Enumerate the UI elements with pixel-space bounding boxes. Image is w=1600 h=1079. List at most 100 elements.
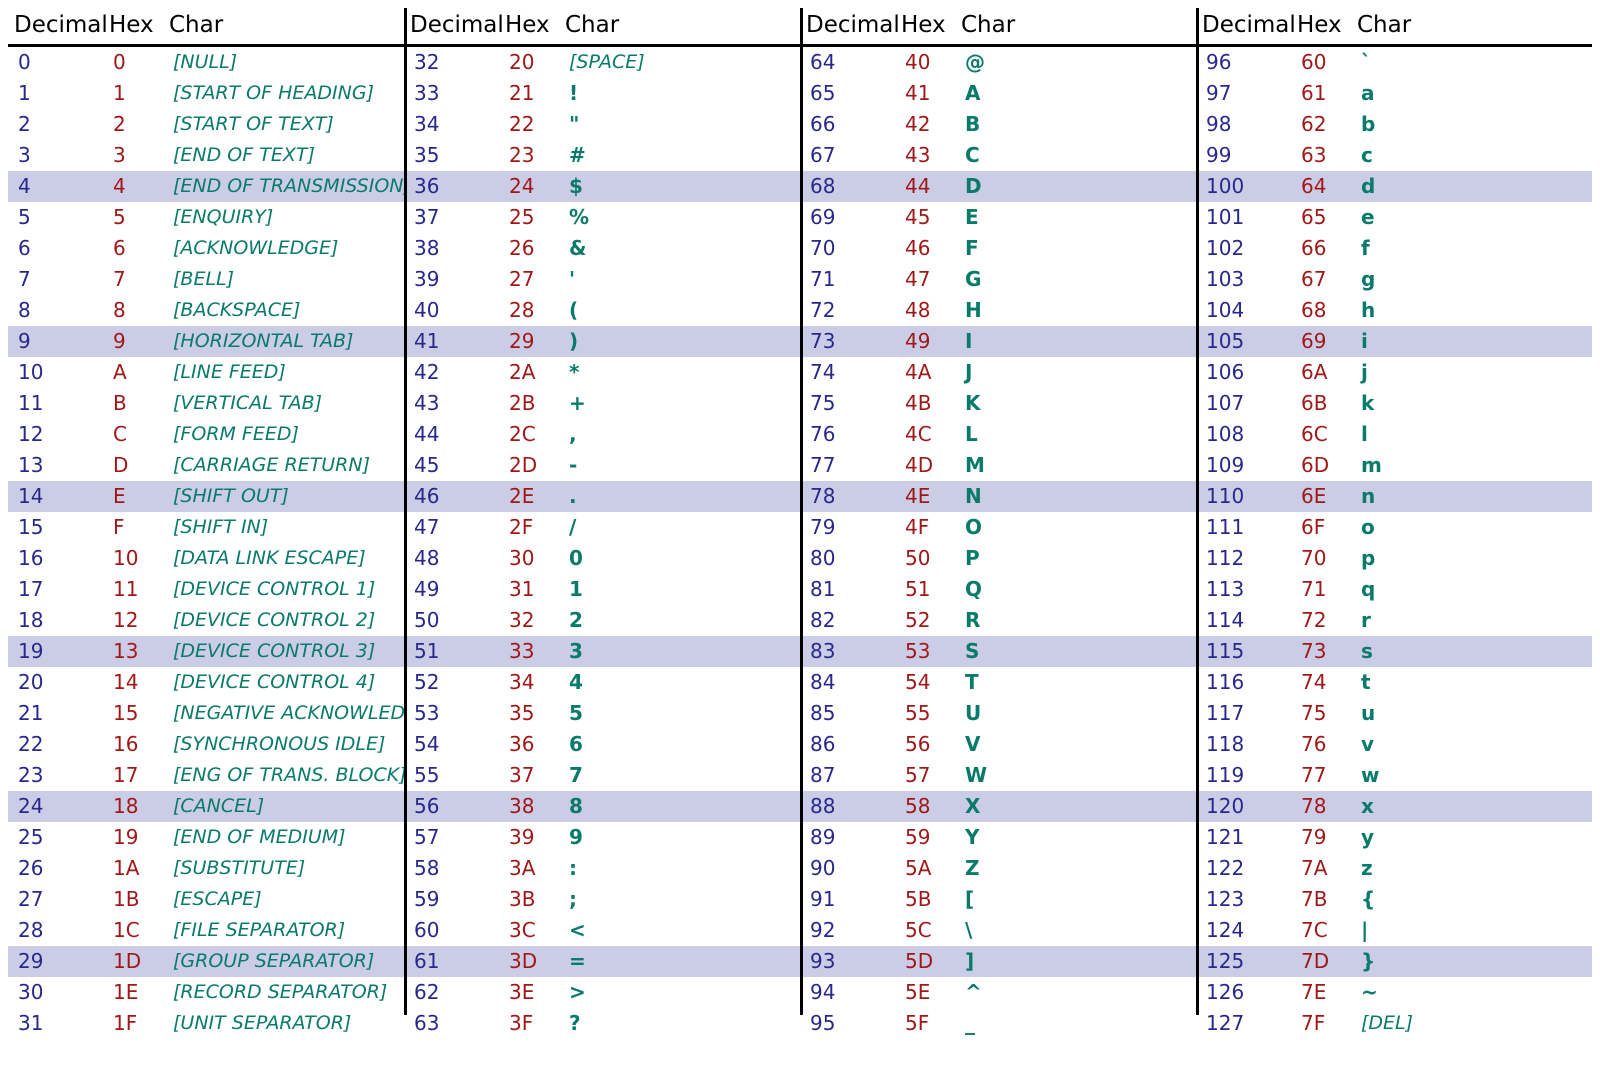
cell-char: [ENQUIRY] (163, 202, 404, 233)
header-hex: Hex (499, 8, 559, 46)
cell-decimal: 46 (404, 481, 499, 512)
cell-hex: 1B (103, 884, 163, 915)
table-row: 2317[ENG OF TRANS. BLOCK] (8, 760, 404, 791)
table-row: 8959Y (800, 822, 1196, 853)
cell-char: k (1351, 388, 1592, 419)
cell-hex: 4D (895, 450, 955, 481)
table-row: 1267E~ (1196, 977, 1592, 1008)
table-row: 2216[SYNCHRONOUS IDLE] (8, 729, 404, 760)
cell-hex: 1 (103, 78, 163, 109)
cell-hex: E (103, 481, 163, 512)
cell-hex: 55 (895, 698, 955, 729)
cell-hex: 50 (895, 543, 955, 574)
cell-decimal: 51 (404, 636, 499, 667)
cell-char: X (955, 791, 1196, 822)
cell-hex: 5B (895, 884, 955, 915)
cell-hex: 4A (895, 357, 955, 388)
cell-hex: 18 (103, 791, 163, 822)
cell-char: a (1351, 78, 1592, 109)
cell-decimal: 78 (800, 481, 895, 512)
cell-char: F (955, 233, 1196, 264)
cell-hex: 1F (103, 1008, 163, 1039)
cell-char: [BACKSPACE] (163, 295, 404, 326)
ascii-subtable: DecimalHexChar3220[SPACE]3321!3422"3523#… (404, 8, 800, 1039)
cell-hex: 7B (1291, 884, 1351, 915)
table-row: 12C[FORM FEED] (8, 419, 404, 450)
cell-decimal: 49 (404, 574, 499, 605)
table-row: 291D[GROUP SEPARATOR] (8, 946, 404, 977)
cell-decimal: 103 (1196, 264, 1291, 295)
cell-char: [HORIZONTAL TAB] (163, 326, 404, 357)
header-dec: Decimal (800, 8, 895, 46)
table-row: 10064d (1196, 171, 1592, 202)
cell-decimal: 33 (404, 78, 499, 109)
cell-char: L (955, 419, 1196, 450)
table-row: 8353S (800, 636, 1196, 667)
cell-char: ] (955, 946, 1196, 977)
cell-hex: 3B (499, 884, 559, 915)
cell-decimal: 17 (8, 574, 103, 605)
table-row: 3321! (404, 78, 800, 109)
cell-char: I (955, 326, 1196, 357)
table-row: 764CL (800, 419, 1196, 450)
cell-char: P (955, 543, 1196, 574)
cell-char: h (1351, 295, 1592, 326)
table-row: 593B; (404, 884, 800, 915)
cell-hex: 19 (103, 822, 163, 853)
cell-hex: 38 (499, 791, 559, 822)
cell-decimal: 34 (404, 109, 499, 140)
cell-hex: 37 (499, 760, 559, 791)
cell-decimal: 10 (8, 357, 103, 388)
cell-decimal: 0 (8, 46, 103, 79)
cell-decimal: 2 (8, 109, 103, 140)
cell-char: W (955, 760, 1196, 791)
table-row: 10266f (1196, 233, 1592, 264)
header-dec: Decimal (404, 8, 499, 46)
cell-decimal: 60 (404, 915, 499, 946)
cell-decimal: 23 (8, 760, 103, 791)
cell-hex: 14 (103, 667, 163, 698)
cell-hex: 54 (895, 667, 955, 698)
cell-hex: B (103, 388, 163, 419)
cell-decimal: 14 (8, 481, 103, 512)
cell-decimal: 3 (8, 140, 103, 171)
cell-char: [END OF TRANSMISSION] (163, 171, 404, 202)
table-row: 7248H (800, 295, 1196, 326)
table-row: 6743C (800, 140, 1196, 171)
table-row: 33[END OF TEXT] (8, 140, 404, 171)
cell-hex: 13 (103, 636, 163, 667)
cell-char: o (1351, 512, 1592, 543)
cell-char: [ESCAPE] (163, 884, 404, 915)
cell-hex: 77 (1291, 760, 1351, 791)
cell-decimal: 74 (800, 357, 895, 388)
table-row: 6541A (800, 78, 1196, 109)
cell-decimal: 123 (1196, 884, 1291, 915)
cell-hex: 11 (103, 574, 163, 605)
table-row: 3523# (404, 140, 800, 171)
cell-hex: 79 (1291, 822, 1351, 853)
cell-decimal: 42 (404, 357, 499, 388)
table-row: 1237B{ (1196, 884, 1592, 915)
cell-hex: 65 (1291, 202, 1351, 233)
cell-hex: 40 (895, 46, 955, 79)
cell-hex: 6 (103, 233, 163, 264)
table-row: 00[NULL] (8, 46, 404, 79)
table-row: 11876v (1196, 729, 1592, 760)
ascii-subtable: DecimalHexChar6440@6541A6642B6743C6844D6… (800, 8, 1196, 1039)
table-row: 7147G (800, 264, 1196, 295)
cell-char: [CARRIAGE RETURN] (163, 450, 404, 481)
cell-hex: 6E (1291, 481, 1351, 512)
cell-decimal: 107 (1196, 388, 1291, 419)
cell-decimal: 110 (1196, 481, 1291, 512)
table-row: 6844D (800, 171, 1196, 202)
table-row: 613D= (404, 946, 800, 977)
cell-char: M (955, 450, 1196, 481)
cell-hex: 28 (499, 295, 559, 326)
cell-hex: 30 (499, 543, 559, 574)
table-row: 3826& (404, 233, 800, 264)
cell-decimal: 37 (404, 202, 499, 233)
table-row: 2014[DEVICE CONTROL 4] (8, 667, 404, 698)
table-row: 3624$ (404, 171, 800, 202)
table-row: 15F[SHIFT IN] (8, 512, 404, 543)
cell-char: x (1351, 791, 1592, 822)
